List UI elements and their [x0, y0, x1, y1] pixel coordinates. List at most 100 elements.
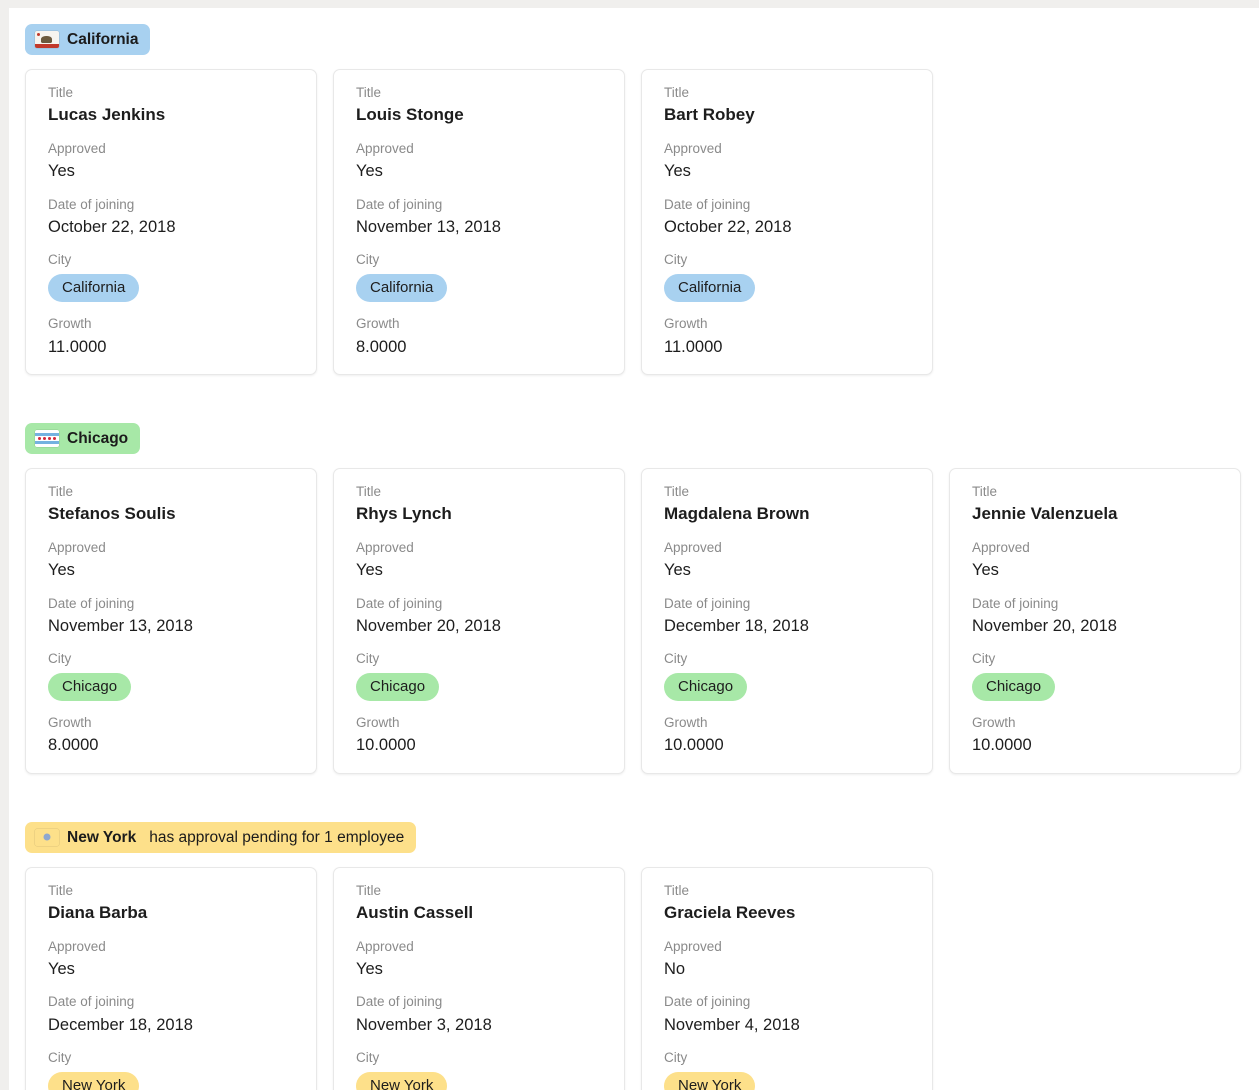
- field-city: City California: [664, 251, 910, 302]
- field-city: City Chicago: [664, 650, 910, 701]
- cards-row-chicago: Title Stefanos Soulis Approved Yes Date …: [9, 468, 1259, 774]
- field-city: City California: [356, 251, 602, 302]
- field-city: City California: [48, 251, 294, 302]
- field-title: Title Graciela Reeves: [664, 882, 910, 925]
- field-growth: Growth 11.0000: [48, 315, 294, 357]
- field-date-of-joining: Date of joining November 20, 2018: [972, 595, 1218, 637]
- field-label-title: Title: [664, 84, 910, 102]
- grouped-card-list: California Title Lucas Jenkins Approved …: [9, 8, 1259, 1090]
- field-label-title: Title: [356, 882, 602, 900]
- field-value-approved: Yes: [664, 160, 910, 182]
- group-header-label-chicago: Chicago: [67, 430, 128, 447]
- field-growth: Growth 11.0000: [664, 315, 910, 357]
- field-value-growth: 10.0000: [356, 734, 602, 756]
- employee-card[interactable]: Title Diana Barba Approved Yes Date of j…: [25, 867, 317, 1090]
- california-flag-icon: [35, 31, 59, 48]
- group-header-chip-newyork[interactable]: New York has approval pending for 1 empl…: [25, 822, 416, 853]
- employee-card[interactable]: Title Louis Stonge Approved Yes Date of …: [333, 69, 625, 375]
- field-approved: Approved Yes: [356, 140, 602, 182]
- city-pill: California: [664, 274, 755, 302]
- field-value-approved: Yes: [356, 958, 602, 980]
- field-date-of-joining: Date of joining November 3, 2018: [356, 993, 602, 1035]
- field-label-city: City: [356, 650, 602, 668]
- city-pill: Chicago: [356, 673, 439, 701]
- employee-card[interactable]: Title Lucas Jenkins Approved Yes Date of…: [25, 69, 317, 375]
- field-date-of-joining: Date of joining October 22, 2018: [664, 196, 910, 238]
- content-panel: California Title Lucas Jenkins Approved …: [9, 8, 1259, 1090]
- field-label-approved: Approved: [356, 539, 602, 557]
- field-label-date-of-joining: Date of joining: [48, 196, 294, 214]
- city-pill: California: [48, 274, 139, 302]
- group-header-row-chicago: Chicago: [9, 423, 1259, 454]
- field-label-approved: Approved: [48, 140, 294, 158]
- field-label-approved: Approved: [356, 140, 602, 158]
- employee-card[interactable]: Title Austin Cassell Approved Yes Date o…: [333, 867, 625, 1090]
- field-approved: Approved No: [664, 938, 910, 980]
- field-date-of-joining: Date of joining November 4, 2018: [664, 993, 910, 1035]
- field-value-date-of-joining: November 3, 2018: [356, 1014, 602, 1036]
- field-title: Title Magdalena Brown: [664, 483, 910, 526]
- field-approved: Approved Yes: [356, 938, 602, 980]
- field-value-approved: Yes: [48, 559, 294, 581]
- field-title: Title Louis Stonge: [356, 84, 602, 127]
- field-label-city: City: [664, 251, 910, 269]
- employee-card[interactable]: Title Stefanos Soulis Approved Yes Date …: [25, 468, 317, 774]
- field-label-date-of-joining: Date of joining: [972, 595, 1218, 613]
- field-date-of-joining: Date of joining November 20, 2018: [356, 595, 602, 637]
- field-growth: Growth 8.0000: [356, 315, 602, 357]
- field-value-title: Louis Stonge: [356, 104, 602, 127]
- employee-card[interactable]: Title Graciela Reeves Approved No Date o…: [641, 867, 933, 1090]
- field-value-growth: 10.0000: [664, 734, 910, 756]
- field-value-date-of-joining: November 20, 2018: [972, 615, 1218, 637]
- field-date-of-joining: Date of joining December 18, 2018: [48, 993, 294, 1035]
- field-value-title: Lucas Jenkins: [48, 104, 294, 127]
- field-title: Title Bart Robey: [664, 84, 910, 127]
- field-label-date-of-joining: Date of joining: [48, 595, 294, 613]
- employee-card[interactable]: Title Rhys Lynch Approved Yes Date of jo…: [333, 468, 625, 774]
- field-city: City Chicago: [356, 650, 602, 701]
- field-label-date-of-joining: Date of joining: [356, 993, 602, 1011]
- employee-card[interactable]: Title Bart Robey Approved Yes Date of jo…: [641, 69, 933, 375]
- group-chicago: Chicago Title Stefanos Soulis Approved Y…: [9, 423, 1259, 774]
- field-date-of-joining: Date of joining December 18, 2018: [664, 595, 910, 637]
- field-value-approved: Yes: [356, 559, 602, 581]
- field-city: City Chicago: [972, 650, 1218, 701]
- field-label-growth: Growth: [972, 714, 1218, 732]
- field-value-date-of-joining: December 18, 2018: [664, 615, 910, 637]
- cards-row-california: Title Lucas Jenkins Approved Yes Date of…: [9, 69, 1259, 375]
- field-growth: Growth 10.0000: [972, 714, 1218, 756]
- field-label-approved: Approved: [48, 539, 294, 557]
- group-header-row-newyork: New York has approval pending for 1 empl…: [9, 822, 1259, 853]
- group-spacer: [9, 375, 1259, 423]
- field-value-growth: 11.0000: [664, 336, 910, 358]
- field-value-growth: 11.0000: [48, 336, 294, 358]
- field-label-city: City: [48, 650, 294, 668]
- field-value-date-of-joining: October 22, 2018: [664, 216, 910, 238]
- field-title: Title Lucas Jenkins: [48, 84, 294, 127]
- city-pill: California: [356, 274, 447, 302]
- group-spacer: [9, 774, 1259, 822]
- employee-card[interactable]: Title Jennie Valenzuela Approved Yes Dat…: [949, 468, 1241, 774]
- field-value-date-of-joining: November 20, 2018: [356, 615, 602, 637]
- field-label-date-of-joining: Date of joining: [356, 196, 602, 214]
- field-label-approved: Approved: [972, 539, 1218, 557]
- employee-card[interactable]: Title Magdalena Brown Approved Yes Date …: [641, 468, 933, 774]
- field-growth: Growth 8.0000: [48, 714, 294, 756]
- group-header-chip-california[interactable]: California: [25, 24, 150, 55]
- field-label-title: Title: [48, 483, 294, 501]
- field-value-growth: 8.0000: [48, 734, 294, 756]
- group-newyork: New York has approval pending for 1 empl…: [9, 822, 1259, 1090]
- field-approved: Approved Yes: [48, 140, 294, 182]
- field-city: City New York: [356, 1049, 602, 1090]
- field-value-date-of-joining: October 22, 2018: [48, 216, 294, 238]
- field-city: City New York: [48, 1049, 294, 1090]
- city-pill: New York: [664, 1072, 755, 1090]
- field-value-title: Stefanos Soulis: [48, 503, 294, 526]
- field-label-city: City: [356, 251, 602, 269]
- field-label-growth: Growth: [356, 714, 602, 732]
- group-header-row-california: California: [9, 24, 1259, 55]
- field-approved: Approved Yes: [356, 539, 602, 581]
- group-header-chip-chicago[interactable]: Chicago: [25, 423, 140, 454]
- field-growth: Growth 10.0000: [356, 714, 602, 756]
- field-title: Title Diana Barba: [48, 882, 294, 925]
